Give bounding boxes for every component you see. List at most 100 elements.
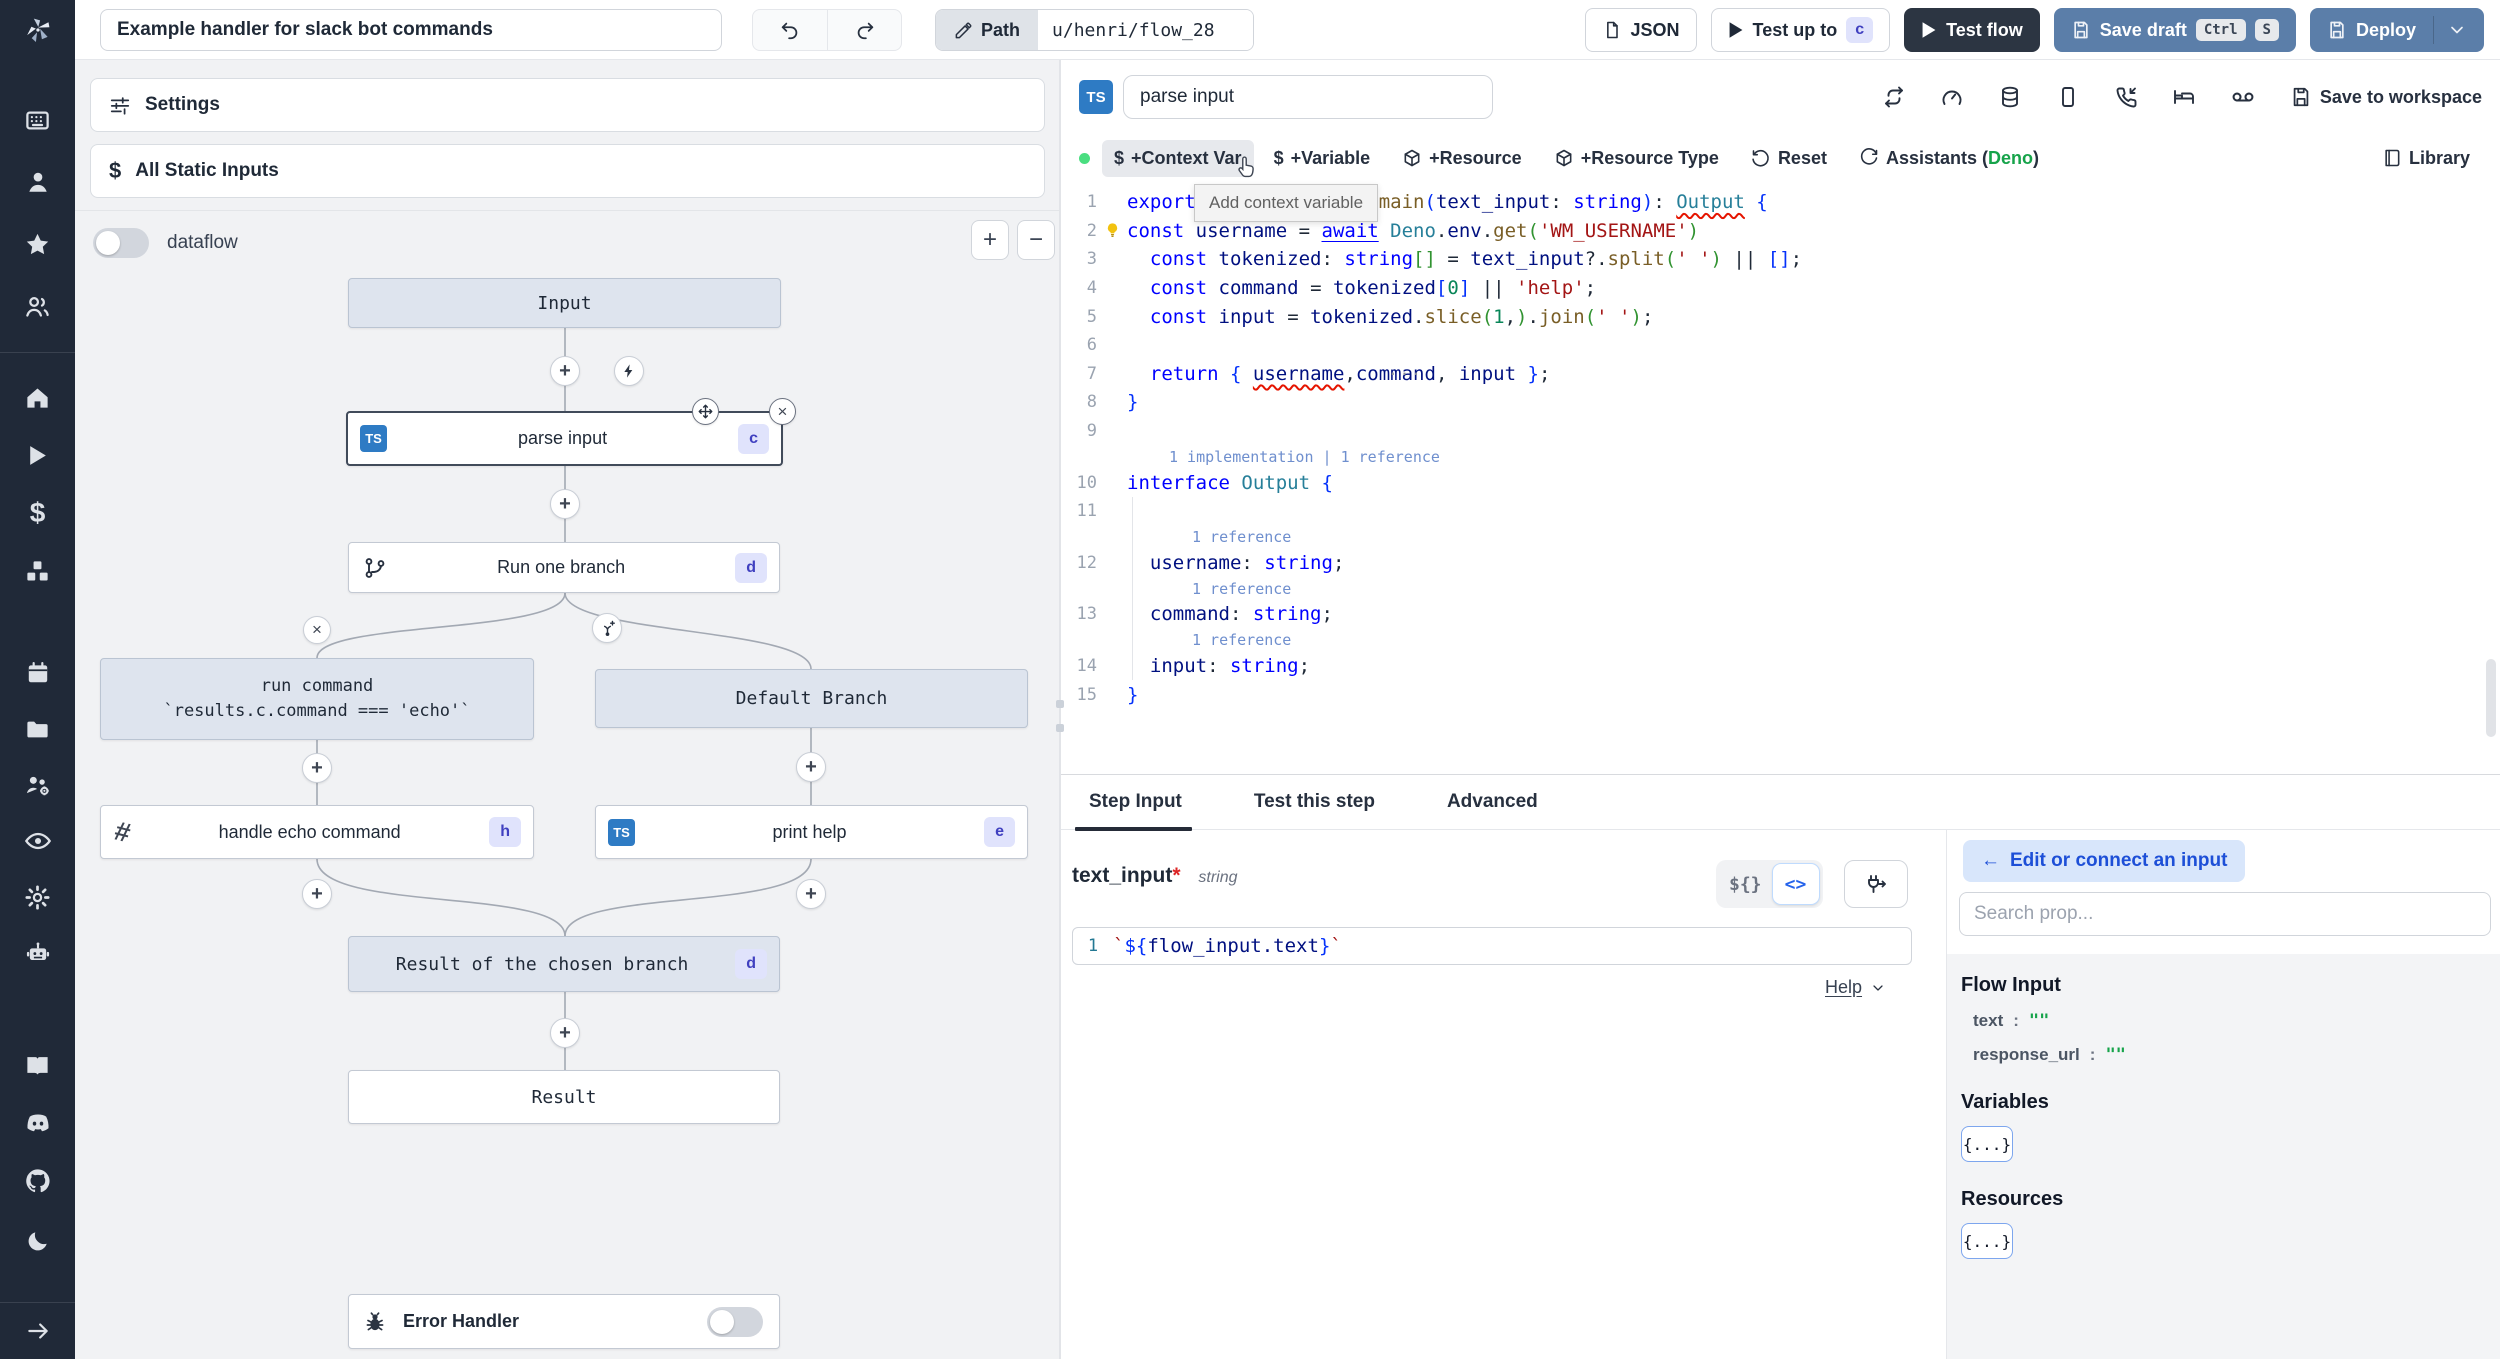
suspend-button[interactable] <box>2114 85 2138 109</box>
flow-node-default-branch[interactable]: Default Branch <box>595 669 1028 728</box>
add-step-button[interactable]: + <box>550 489 580 519</box>
mobile-view-button[interactable] <box>2056 85 2080 109</box>
tab-test-this-step[interactable]: Test this step <box>1240 775 1389 829</box>
add-resource-type-button[interactable]: +Resource Type <box>1542 140 1731 177</box>
add-step-button[interactable]: + <box>302 879 332 909</box>
flow-node-print-help[interactable]: TS print help e <box>595 805 1028 859</box>
package-icon <box>1404 149 1420 167</box>
flow-node-result[interactable]: Result <box>348 1070 780 1124</box>
add-branch-button[interactable] <box>592 613 622 643</box>
step-input-panel: text_input* string ${} <> 1 `${flow_inpu… <box>1061 830 1946 1359</box>
sidebar-item-discord[interactable] <box>0 1101 75 1145</box>
performance-button[interactable] <box>1940 85 1964 109</box>
resources-expand-button[interactable]: {...} <box>1961 1223 2013 1259</box>
sidebar-item-settings[interactable] <box>0 875 75 919</box>
step-name-input[interactable] <box>1123 75 1493 119</box>
add-resource-label: +Resource <box>1429 147 1522 168</box>
code-editor[interactable]: 1export async function main(text_input: … <box>1061 184 2500 774</box>
codelens-row[interactable]: 1 reference <box>1061 525 2500 549</box>
redo-button[interactable] <box>827 10 901 50</box>
delete-step-button[interactable]: × <box>769 398 796 425</box>
prop-row-response-url[interactable]: response_url : "" <box>1973 1045 2486 1065</box>
sleep-button[interactable] <box>2172 85 2196 109</box>
trigger-button[interactable] <box>614 356 644 386</box>
help-link[interactable]: Help <box>1825 977 1886 998</box>
template-mode-button[interactable]: ${} <box>1719 863 1772 905</box>
undo-button[interactable] <box>753 10 827 50</box>
codelens-row[interactable]: 1 reference <box>1061 628 2500 652</box>
add-context-var-button[interactable]: $ +Context Var <box>1102 139 1254 177</box>
add-step-button[interactable]: + <box>302 753 332 783</box>
prop-row-text[interactable]: text : "" <box>1973 1011 2486 1031</box>
sidebar-item-favorites[interactable] <box>0 222 75 266</box>
error-handler-toggle[interactable] <box>707 1306 763 1337</box>
windmill-logo[interactable] <box>0 0 75 60</box>
sidebar-item-groups[interactable] <box>0 284 75 328</box>
deploy-button[interactable]: Deploy <box>2309 8 2484 52</box>
flow-title-input[interactable] <box>100 9 722 51</box>
library-button[interactable]: Library <box>2370 140 2482 177</box>
users-icon <box>26 296 49 317</box>
resources-title: Resources <box>1961 1188 2064 1210</box>
sidebar-item-worker-groups[interactable] <box>0 931 75 975</box>
connect-input-button[interactable] <box>1844 860 1908 908</box>
sidebar-item-schedules[interactable] <box>0 651 75 695</box>
sidebar-item-dark-mode[interactable] <box>0 1219 75 1263</box>
add-step-button[interactable]: + <box>796 879 826 909</box>
tab-advanced[interactable]: Advanced <box>1433 775 1552 829</box>
flow-node-input[interactable]: Input <box>348 278 781 328</box>
editor-scrollbar[interactable] <box>2486 659 2496 737</box>
add-variable-button[interactable]: $ +Variable <box>1262 140 1383 177</box>
sidebar-item-apps[interactable] <box>0 98 75 142</box>
add-step-button[interactable]: + <box>550 356 580 386</box>
error-handler-node[interactable]: Error Handler <box>348 1294 780 1349</box>
reset-button[interactable]: Reset <box>1739 140 1839 177</box>
edit-or-connect-button[interactable]: ← Edit or connect an input <box>1963 840 2246 882</box>
sidebar-expand-button[interactable] <box>0 1303 75 1359</box>
gauge-icon <box>1942 90 1962 105</box>
flow-node-run-one-branch[interactable]: Run one branch d <box>348 542 780 593</box>
eye-icon <box>24 832 51 850</box>
sidebar-item-audit-logs[interactable] <box>0 819 75 863</box>
cache-button[interactable] <box>1998 85 2022 109</box>
assistants-button[interactable]: Assistants (Deno) <box>1847 140 2051 177</box>
gear-icon <box>25 884 50 910</box>
flow-node-parse-input[interactable]: TS parse input c <box>346 411 783 466</box>
variables-expand-button[interactable]: {...} <box>1961 1126 2013 1162</box>
repeat-button[interactable] <box>1882 85 1906 109</box>
sidebar-item-home[interactable] <box>0 375 75 419</box>
bed-icon <box>2173 90 2194 104</box>
add-step-button[interactable]: + <box>550 1018 580 1048</box>
sidebar-item-folders[interactable] <box>0 707 75 751</box>
flow-node-branch-condition[interactable]: run command `results.c.command === 'echo… <box>100 658 534 740</box>
sidebar-item-docs[interactable] <box>0 1043 75 1087</box>
test-up-to-button[interactable]: Test up to c <box>1710 8 1891 52</box>
sidebar-item-resources[interactable] <box>0 549 75 593</box>
sidebar-item-runs[interactable] <box>0 433 75 477</box>
codelens-row[interactable]: 1 implementation | 1 reference <box>1061 445 2500 468</box>
error-handler-label: Error Handler <box>403 1311 520 1331</box>
path-button[interactable]: Path <box>936 10 1039 50</box>
path-input[interactable] <box>1038 10 1254 50</box>
save-to-workspace-button[interactable]: Save to workspace <box>2290 86 2482 108</box>
mock-button[interactable] <box>2230 84 2256 110</box>
json-button[interactable]: JSON <box>1584 8 1697 52</box>
move-step-button[interactable] <box>692 398 719 425</box>
sidebar-item-github[interactable] <box>0 1159 75 1203</box>
add-step-button[interactable]: + <box>796 752 826 782</box>
test-flow-button[interactable]: Test flow <box>1904 8 2040 52</box>
code-mode-button[interactable]: <> <box>1771 863 1820 905</box>
flow-node-handle-echo-command[interactable]: # handle echo command h <box>100 805 534 859</box>
flow-node-branch-result[interactable]: Result of the chosen branch d <box>348 936 780 992</box>
tab-step-input[interactable]: Step Input <box>1075 775 1196 831</box>
remove-branch-button[interactable]: × <box>303 616 331 644</box>
sidebar-item-user[interactable] <box>0 160 75 204</box>
sidebar-item-workers[interactable] <box>0 763 75 807</box>
sidebar-item-variables[interactable]: $ <box>0 491 75 535</box>
search-prop-input[interactable] <box>1959 892 2491 936</box>
save-draft-button[interactable]: Save draft Ctrl S <box>2053 8 2296 52</box>
codelens-row[interactable]: 1 reference <box>1061 577 2500 601</box>
expression-editor[interactable]: 1 `${flow_input.text}` <box>1072 927 1912 965</box>
add-resource-button[interactable]: +Resource <box>1390 140 1534 177</box>
chevron-down-icon[interactable] <box>2447 20 2467 40</box>
